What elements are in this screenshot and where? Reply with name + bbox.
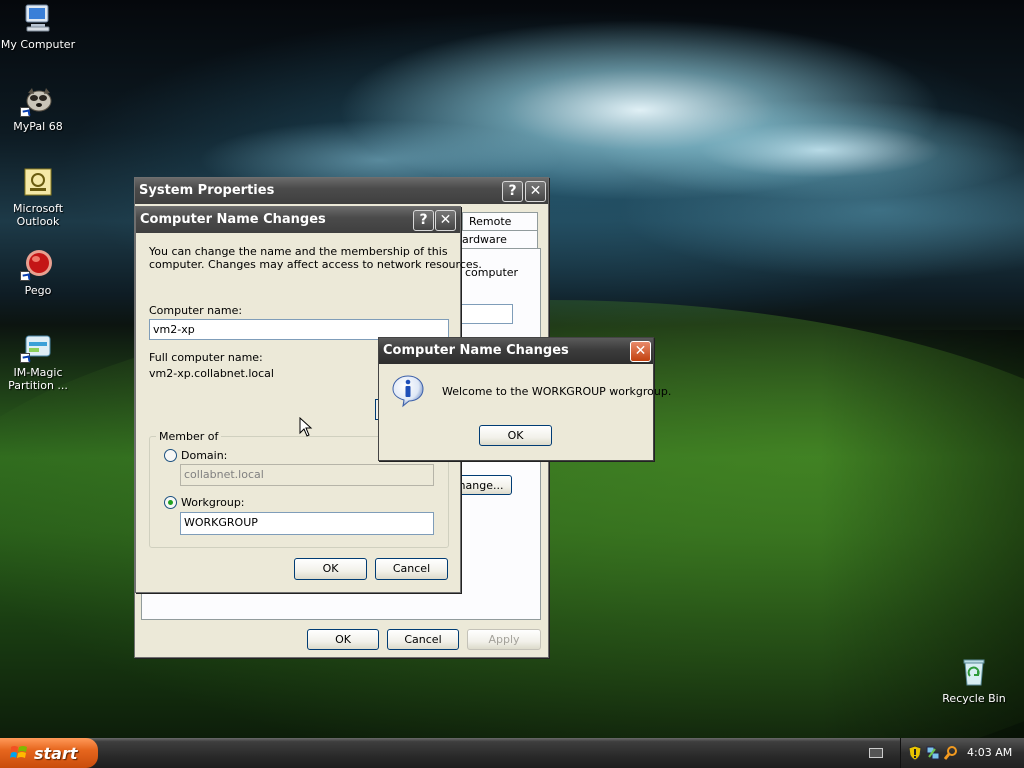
outlook-icon — [22, 166, 54, 198]
description-line-1: You can change the name and the membersh… — [149, 245, 448, 258]
close-button[interactable]: ✕ — [630, 341, 651, 362]
mypal-browser-icon — [20, 84, 54, 117]
full-computer-name-value: vm2-xp.collabnet.local — [149, 367, 274, 380]
desktop-icon-label: Recycle Bin — [942, 692, 1006, 705]
workgroup-input[interactable]: WORKGROUP — [180, 512, 434, 535]
network-icon[interactable] — [926, 745, 940, 764]
ok-button[interactable]: OK — [294, 558, 367, 580]
workgroup-radio[interactable] — [164, 496, 177, 509]
desktop-icon-recycle-bin[interactable]: Recycle Bin — [936, 656, 1012, 705]
clock: 4:03 AM — [967, 746, 1013, 759]
recycle-bin-icon — [958, 656, 990, 688]
desktop-icon-label: My Computer — [0, 38, 76, 51]
desktop-icon-label: Microsoft Outlook — [12, 202, 64, 228]
desktop-icon-label: MyPal 68 — [13, 120, 63, 133]
desktop-icon-partition[interactable]: IM-Magic Partition ... — [0, 330, 76, 392]
tab-hardware[interactable]: ardware — [455, 230, 538, 248]
full-computer-name-label: Full computer name: — [149, 351, 263, 364]
taskbar: start 4:03 AM — [0, 738, 1024, 768]
ok-button[interactable]: OK — [307, 629, 379, 650]
close-button[interactable]: ✕ — [525, 181, 546, 202]
my-computer-icon — [22, 2, 54, 34]
search-icon[interactable] — [943, 745, 958, 764]
computer-name-changes-titlebar[interactable]: Computer Name Changes — [136, 207, 460, 233]
help-button[interactable]: ? — [502, 181, 523, 202]
information-icon — [391, 374, 425, 408]
desktop-icon-my-computer[interactable]: My Computer — [0, 2, 76, 51]
member-of-label: Member of — [156, 430, 222, 443]
computer-name-label: Computer name: — [149, 304, 243, 317]
tab-remote[interactable]: Remote — [462, 212, 538, 230]
mouse-cursor-icon — [299, 416, 313, 439]
welcome-message: Welcome to the WORKGROUP workgroup. — [442, 385, 672, 398]
desktop-icon-pego[interactable]: Pego — [0, 248, 76, 297]
close-button[interactable]: ✕ — [435, 210, 456, 231]
domain-label: Domain: — [181, 449, 228, 462]
welcome-message-dialog: Computer Name Changes ✕ Welcome to the W… — [378, 337, 671, 461]
security-shield-icon[interactable] — [908, 745, 922, 764]
welcome-titlebar[interactable]: Computer Name Changes — [379, 338, 653, 364]
domain-input[interactable]: collabnet.local — [180, 464, 434, 486]
system-properties-titlebar[interactable]: System Properties — [135, 178, 548, 204]
desktop-icon-outlook[interactable]: Microsoft Outlook — [0, 166, 76, 228]
apply-button[interactable]: Apply — [467, 629, 541, 650]
desktop-icon-mypal[interactable]: MyPal 68 — [0, 84, 76, 133]
partial-field — [455, 304, 513, 324]
dialog-title: Computer Name Changes — [140, 212, 326, 227]
windows-logo-icon — [10, 744, 28, 762]
help-button[interactable]: ? — [413, 210, 434, 231]
start-button[interactable]: start — [0, 738, 98, 768]
window-title: System Properties — [139, 183, 275, 198]
dialog-title: Computer Name Changes — [383, 343, 569, 358]
description-line-2: computer. Changes may affect access to n… — [149, 258, 482, 271]
desktop-icon-label: Pego — [24, 284, 52, 297]
desktop-icon-label: IM-Magic Partition ... — [8, 366, 68, 392]
ok-button[interactable]: OK — [479, 425, 552, 446]
pego-icon — [20, 248, 54, 281]
cancel-button[interactable]: Cancel — [375, 558, 448, 580]
keyboard-icon[interactable] — [869, 748, 883, 758]
cancel-button[interactable]: Cancel — [387, 629, 459, 650]
partition-tool-icon — [20, 330, 54, 363]
domain-radio[interactable] — [164, 449, 177, 462]
workgroup-label: Workgroup: — [181, 496, 245, 509]
